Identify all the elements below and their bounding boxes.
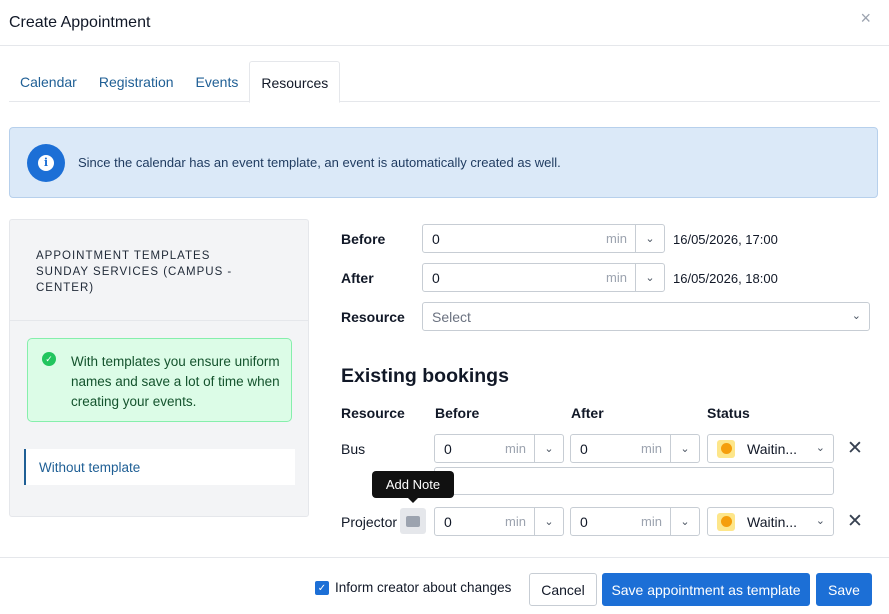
chevron-down-icon: ⌄ — [815, 442, 825, 454]
template-heading-line-1: APPOINTMENT TEMPLATES — [36, 250, 211, 262]
booking-status-value: Waitin... — [747, 440, 798, 457]
chevron-down-icon: ⌄ — [815, 515, 825, 527]
booking-note-input[interactable] — [434, 467, 834, 495]
comment-plus-icon — [406, 515, 420, 527]
dialog-header: Create Appointment — [0, 0, 889, 46]
save-button[interactable]: Save — [816, 573, 872, 606]
template-heading-line-3: CENTER) — [36, 282, 95, 294]
existing-bookings-title: Existing bookings — [341, 365, 509, 387]
before-date: 16/05/2026, 17:00 — [673, 232, 778, 247]
inform-creator-label[interactable]: Inform creator about changes — [335, 580, 511, 595]
column-header-status: Status — [707, 405, 750, 421]
booking-status-value: Waitin... — [747, 513, 798, 530]
booking-after-value: 0 — [580, 513, 588, 530]
template-tip-text: With templates you ensure uniform names … — [71, 354, 280, 409]
after-value: 0 — [432, 269, 440, 286]
template-tip: ✓ With templates you ensure uniform name… — [27, 338, 292, 422]
tab-calendar[interactable]: Calendar — [9, 61, 88, 102]
resource-placeholder: Select — [432, 308, 471, 325]
booking-status-select[interactable]: Waitin... ⌄ — [707, 434, 834, 463]
chevron-down-icon[interactable]: ⌄ — [534, 508, 563, 535]
add-note-button[interactable] — [400, 508, 426, 534]
chevron-down-icon[interactable]: ⌄ — [534, 435, 563, 462]
tab-bar: Calendar Registration Events Resources — [9, 61, 880, 103]
booking-before-unit: min — [505, 441, 526, 456]
template-panel-heading: APPOINTMENT TEMPLATES SUNDAY SERVICES (C… — [10, 220, 308, 321]
close-icon[interactable]: × — [860, 9, 871, 27]
resource-label: Resource — [341, 309, 405, 325]
after-input[interactable]: 0 min ⌄ — [422, 263, 665, 292]
booking-resource-name: Bus — [341, 441, 366, 457]
before-input[interactable]: 0 min ⌄ — [422, 224, 665, 253]
create-appointment-dialog: Create Appointment × Calendar Registrati… — [0, 0, 889, 614]
booking-status-select[interactable]: Waitin... ⌄ — [707, 507, 834, 536]
chevron-down-icon[interactable]: ⌄ — [670, 508, 699, 535]
remove-booking-icon[interactable]: ✕ — [847, 437, 863, 460]
tab-registration[interactable]: Registration — [88, 61, 185, 102]
clock-icon — [717, 512, 735, 531]
booking-resource-name: Projector — [341, 514, 398, 530]
save-as-template-button[interactable]: Save appointment as template — [602, 573, 810, 606]
without-template-option[interactable]: Without template — [24, 449, 295, 485]
booking-after-unit: min — [641, 441, 662, 456]
chevron-down-icon: ⌄ — [851, 310, 861, 322]
booking-after-value: 0 — [580, 440, 588, 457]
template-heading-line-2: SUNDAY SERVICES (CAMPUS - — [36, 266, 233, 278]
before-unit: min — [606, 231, 627, 246]
check-circle-icon: ✓ — [42, 352, 56, 366]
before-value: 0 — [432, 230, 440, 247]
chevron-down-icon[interactable]: ⌄ — [635, 264, 664, 291]
after-unit: min — [606, 270, 627, 285]
tab-resources[interactable]: Resources — [249, 61, 341, 103]
booking-before-value: 0 — [444, 513, 452, 530]
column-header-before: Before — [435, 405, 480, 421]
inform-creator-checkbox[interactable]: ✓ — [315, 581, 329, 595]
booking-after-unit: min — [641, 514, 662, 529]
chevron-down-icon[interactable]: ⌄ — [635, 225, 664, 252]
column-header-after: After — [571, 405, 604, 421]
after-label: After — [341, 270, 374, 286]
resource-select[interactable]: Select ⌄ — [422, 302, 870, 331]
booking-before-input[interactable]: 0 min ⌄ — [434, 434, 564, 463]
tab-events[interactable]: Events — [185, 61, 250, 102]
booking-before-value: 0 — [444, 440, 452, 457]
after-date: 16/05/2026, 18:00 — [673, 271, 778, 286]
info-banner: i Since the calendar has an event templa… — [9, 127, 878, 198]
cancel-button[interactable]: Cancel — [529, 573, 597, 606]
remove-booking-icon[interactable]: ✕ — [847, 510, 863, 533]
info-banner-text: Since the calendar has an event template… — [78, 155, 561, 170]
booking-before-input[interactable]: 0 min ⌄ — [434, 507, 564, 536]
booking-after-input[interactable]: 0 min ⌄ — [570, 507, 700, 536]
booking-before-unit: min — [505, 514, 526, 529]
info-icon: i — [27, 143, 65, 182]
chevron-down-icon[interactable]: ⌄ — [670, 435, 699, 462]
booking-after-input[interactable]: 0 min ⌄ — [570, 434, 700, 463]
template-panel: APPOINTMENT TEMPLATES SUNDAY SERVICES (C… — [9, 219, 309, 517]
before-label: Before — [341, 231, 386, 247]
dialog-title: Create Appointment — [9, 13, 151, 31]
clock-icon — [717, 439, 735, 458]
column-header-resource: Resource — [341, 405, 405, 421]
add-note-tooltip: Add Note — [372, 471, 454, 503]
